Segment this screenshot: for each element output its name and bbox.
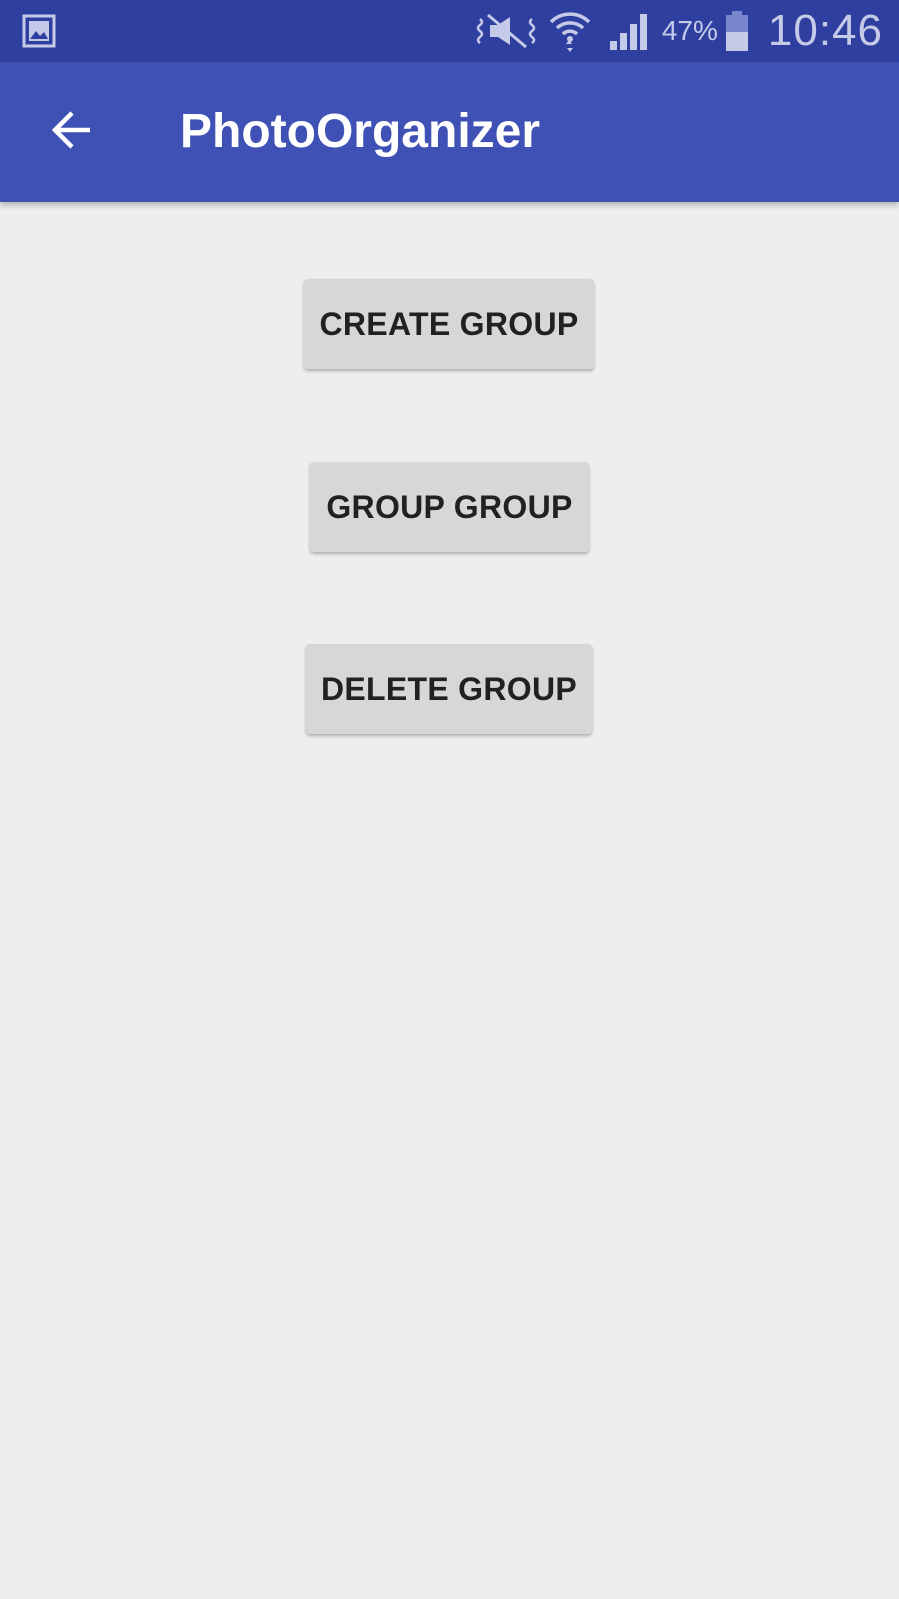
arrow-back-icon <box>50 108 94 157</box>
create-group-button[interactable]: CREATE GROUP <box>304 279 594 369</box>
group-group-button[interactable]: GROUP GROUP <box>310 462 589 552</box>
battery-icon <box>724 10 750 52</box>
gallery-icon <box>22 14 56 48</box>
app-bar: PhotoOrganizer <box>0 62 899 202</box>
signal-icon <box>608 11 652 51</box>
vibrate-mute-icon <box>476 11 536 51</box>
status-icons: 47% 10:46 <box>476 0 883 62</box>
status-bar: 47% 10:46 <box>0 0 899 62</box>
app-title: PhotoOrganizer <box>180 105 541 158</box>
back-button[interactable] <box>38 98 106 166</box>
status-time: 10:46 <box>767 6 883 55</box>
wifi-icon <box>548 8 592 54</box>
battery-percent: 47% <box>661 15 718 46</box>
delete-group-button[interactable]: DELETE GROUP <box>306 644 592 734</box>
